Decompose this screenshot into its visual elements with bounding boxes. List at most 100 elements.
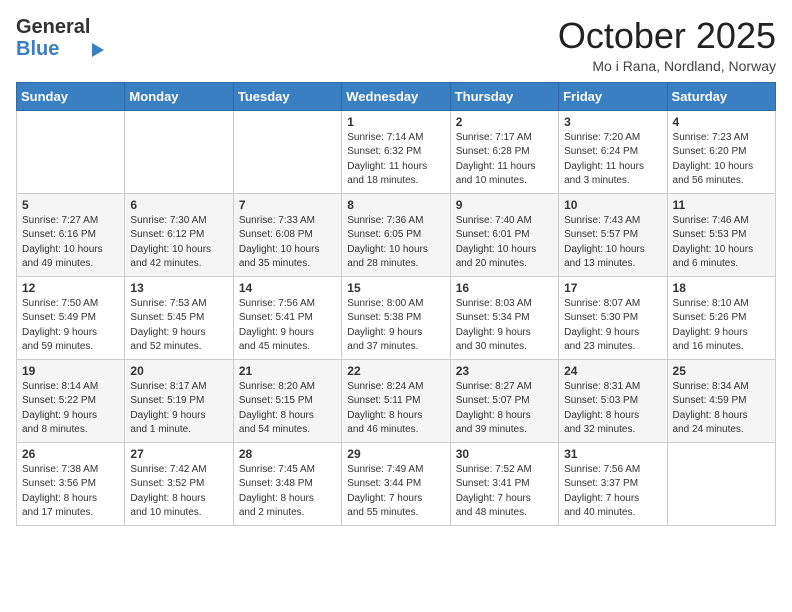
day-number: 4: [673, 115, 770, 129]
calendar-day-cell: 30 Sunrise: 7:52 AM Sunset: 3:41 PM Dayli…: [450, 442, 558, 525]
day-number: 30: [456, 447, 553, 461]
month-title: October 2025: [558, 16, 776, 56]
day-number: 3: [564, 115, 661, 129]
calendar-day-cell: 4 Sunrise: 7:23 AM Sunset: 6:20 PM Daylig…: [667, 110, 775, 193]
day-number: 6: [130, 198, 227, 212]
day-info: Sunrise: 7:38 AM Sunset: 3:56 PM Dayligh…: [22, 463, 119, 521]
day-number: 18: [673, 281, 770, 295]
day-number: 12: [22, 281, 119, 295]
calendar-week-row: 19 Sunrise: 8:14 AM Sunset: 5:22 PM Dayli…: [17, 359, 776, 442]
day-number: 27: [130, 447, 227, 461]
day-number: 14: [239, 281, 336, 295]
day-info: Sunrise: 7:36 AM Sunset: 6:05 PM Dayligh…: [347, 214, 444, 272]
day-info: Sunrise: 8:34 AM Sunset: 4:59 PM Dayligh…: [673, 380, 770, 438]
day-info: Sunrise: 8:03 AM Sunset: 5:34 PM Dayligh…: [456, 297, 553, 355]
day-info: Sunrise: 8:27 AM Sunset: 5:07 PM Dayligh…: [456, 380, 553, 438]
calendar-day-cell: 6 Sunrise: 7:30 AM Sunset: 6:12 PM Daylig…: [125, 193, 233, 276]
day-of-week-header: Monday: [125, 82, 233, 110]
day-info: Sunrise: 7:17 AM Sunset: 6:28 PM Dayligh…: [456, 131, 553, 189]
day-number: 28: [239, 447, 336, 461]
calendar-week-row: 12Sunrise: 7:50 AM Sunset: 5:49 PM Dayli…: [17, 276, 776, 359]
calendar-day-cell: 27 Sunrise: 7:42 AM Sunset: 3:52 PM Dayli…: [125, 442, 233, 525]
day-number: 1: [347, 115, 444, 129]
calendar-day-cell: 24 Sunrise: 8:31 AM Sunset: 5:03 PM Dayli…: [559, 359, 667, 442]
day-number: 11: [673, 198, 770, 212]
calendar-day-cell: 19 Sunrise: 8:14 AM Sunset: 5:22 PM Dayli…: [17, 359, 125, 442]
day-info: Sunrise: 7:30 AM Sunset: 6:12 PM Dayligh…: [130, 214, 227, 272]
day-of-week-header: Sunday: [17, 82, 125, 110]
day-info: Sunrise: 7:56 AM Sunset: 5:41 PM Dayligh…: [239, 297, 336, 355]
day-number: 7: [239, 198, 336, 212]
day-number: 23: [456, 364, 553, 378]
calendar-day-cell: 18Sunrise: 8:10 AM Sunset: 5:26 PM Dayli…: [667, 276, 775, 359]
calendar-day-cell: 15 Sunrise: 8:00 AM Sunset: 5:38 PM Dayli…: [342, 276, 450, 359]
day-info: Sunrise: 7:27 AM Sunset: 6:16 PM Dayligh…: [22, 214, 119, 272]
day-info: Sunrise: 8:31 AM Sunset: 5:03 PM Dayligh…: [564, 380, 661, 438]
page-header: General Blue October 2025 Mo i Rana, Nor…: [16, 16, 776, 74]
calendar-day-cell: 28Sunrise: 7:45 AM Sunset: 3:48 PM Dayli…: [233, 442, 341, 525]
calendar-day-cell: 23 Sunrise: 8:27 AM Sunset: 5:07 PM Dayli…: [450, 359, 558, 442]
day-number: 8: [347, 198, 444, 212]
day-number: 21: [239, 364, 336, 378]
day-of-week-header: Wednesday: [342, 82, 450, 110]
logo: General Blue: [16, 16, 104, 59]
calendar-day-cell: 9Sunrise: 7:40 AM Sunset: 6:01 PM Daylig…: [450, 193, 558, 276]
day-number: 19: [22, 364, 119, 378]
day-number: 15: [347, 281, 444, 295]
day-number: 25: [673, 364, 770, 378]
day-info: Sunrise: 7:43 AM Sunset: 5:57 PM Dayligh…: [564, 214, 661, 272]
day-number: 24: [564, 364, 661, 378]
day-info: Sunrise: 7:33 AM Sunset: 6:08 PM Dayligh…: [239, 214, 336, 272]
calendar-day-cell: 31Sunrise: 7:56 AM Sunset: 3:37 PM Dayli…: [559, 442, 667, 525]
calendar-day-cell: 14 Sunrise: 7:56 AM Sunset: 5:41 PM Dayli…: [233, 276, 341, 359]
day-number: 2: [456, 115, 553, 129]
day-number: 5: [22, 198, 119, 212]
calendar-header-row: SundayMondayTuesdayWednesdayThursdayFrid…: [17, 82, 776, 110]
calendar-day-cell: 13 Sunrise: 7:53 AM Sunset: 5:45 PM Dayli…: [125, 276, 233, 359]
calendar-day-cell: 1 Sunrise: 7:14 AM Sunset: 6:32 PM Daylig…: [342, 110, 450, 193]
calendar-day-cell: [667, 442, 775, 525]
calendar-day-cell: [233, 110, 341, 193]
calendar-day-cell: [17, 110, 125, 193]
day-number: 16: [456, 281, 553, 295]
calendar-day-cell: 25 Sunrise: 8:34 AM Sunset: 4:59 PM Dayli…: [667, 359, 775, 442]
calendar-day-cell: 26 Sunrise: 7:38 AM Sunset: 3:56 PM Dayli…: [17, 442, 125, 525]
day-info: Sunrise: 8:07 AM Sunset: 5:30 PM Dayligh…: [564, 297, 661, 355]
day-info: Sunrise: 7:53 AM Sunset: 5:45 PM Dayligh…: [130, 297, 227, 355]
day-number: 13: [130, 281, 227, 295]
calendar-day-cell: 29 Sunrise: 7:49 AM Sunset: 3:44 PM Dayli…: [342, 442, 450, 525]
day-number: 22: [347, 364, 444, 378]
day-number: 17: [564, 281, 661, 295]
day-number: 20: [130, 364, 227, 378]
day-info: Sunrise: 7:42 AM Sunset: 3:52 PM Dayligh…: [130, 463, 227, 521]
day-info: Sunrise: 7:14 AM Sunset: 6:32 PM Dayligh…: [347, 131, 444, 189]
calendar-day-cell: [125, 110, 233, 193]
location-text: Mo i Rana, Nordland, Norway: [558, 58, 776, 74]
day-info: Sunrise: 8:20 AM Sunset: 5:15 PM Dayligh…: [239, 380, 336, 438]
calendar-week-row: 1 Sunrise: 7:14 AM Sunset: 6:32 PM Daylig…: [17, 110, 776, 193]
calendar-day-cell: 22Sunrise: 8:24 AM Sunset: 5:11 PM Dayli…: [342, 359, 450, 442]
day-info: Sunrise: 7:40 AM Sunset: 6:01 PM Dayligh…: [456, 214, 553, 272]
calendar-day-cell: 20 Sunrise: 8:17 AM Sunset: 5:19 PM Dayli…: [125, 359, 233, 442]
logo-arrow-icon: [92, 43, 104, 57]
day-number: 10: [564, 198, 661, 212]
day-info: Sunrise: 8:00 AM Sunset: 5:38 PM Dayligh…: [347, 297, 444, 355]
day-of-week-header: Thursday: [450, 82, 558, 110]
day-info: Sunrise: 7:52 AM Sunset: 3:41 PM Dayligh…: [456, 463, 553, 521]
day-of-week-header: Saturday: [667, 82, 775, 110]
calendar-table: SundayMondayTuesdayWednesdayThursdayFrid…: [16, 82, 776, 526]
day-number: 26: [22, 447, 119, 461]
day-of-week-header: Tuesday: [233, 82, 341, 110]
day-info: Sunrise: 8:17 AM Sunset: 5:19 PM Dayligh…: [130, 380, 227, 438]
logo-blue: Blue: [16, 39, 90, 59]
day-info: Sunrise: 7:20 AM Sunset: 6:24 PM Dayligh…: [564, 131, 661, 189]
calendar-day-cell: 12Sunrise: 7:50 AM Sunset: 5:49 PM Dayli…: [17, 276, 125, 359]
day-info: Sunrise: 8:14 AM Sunset: 5:22 PM Dayligh…: [22, 380, 119, 438]
day-info: Sunrise: 7:49 AM Sunset: 3:44 PM Dayligh…: [347, 463, 444, 521]
day-info: Sunrise: 7:46 AM Sunset: 5:53 PM Dayligh…: [673, 214, 770, 272]
day-number: 29: [347, 447, 444, 461]
logo-general: General: [16, 16, 90, 39]
calendar-day-cell: 3 Sunrise: 7:20 AM Sunset: 6:24 PM Daylig…: [559, 110, 667, 193]
day-info: Sunrise: 7:23 AM Sunset: 6:20 PM Dayligh…: [673, 131, 770, 189]
title-block: October 2025 Mo i Rana, Nordland, Norway: [558, 16, 776, 74]
